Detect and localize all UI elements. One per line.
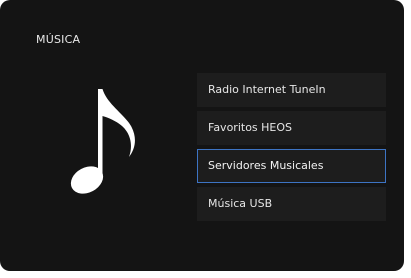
menu-item-musica-usb[interactable]: Música USB (197, 187, 386, 221)
source-menu: Radio Internet TuneIn Favoritos HEOS Ser… (197, 73, 386, 225)
page-title: MÚSICA (36, 33, 81, 46)
menu-item-favoritos-heos[interactable]: Favoritos HEOS (197, 111, 386, 145)
menu-item-radio-internet-tunein[interactable]: Radio Internet TuneIn (197, 73, 386, 107)
music-note-icon (70, 89, 135, 194)
menu-item-servidores-musicales[interactable]: Servidores Musicales (197, 149, 386, 183)
music-screen: MÚSICA Radio Internet TuneIn Favoritos H… (0, 0, 404, 271)
